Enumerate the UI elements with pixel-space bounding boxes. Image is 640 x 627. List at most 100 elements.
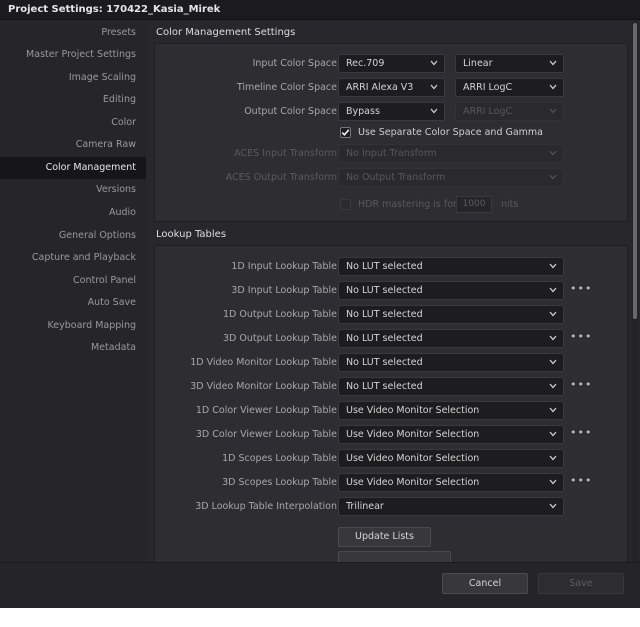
sidebar-item-versions[interactable]: Versions xyxy=(0,179,146,201)
lut-1d-scopes-dropdown[interactable]: Use Video Monitor Selection xyxy=(338,449,564,468)
timeline-color-space-dropdown[interactable]: ARRI Alexa V3 xyxy=(338,78,445,97)
aces-input-transform-value: No Input Transform xyxy=(346,148,437,159)
checkmark-icon xyxy=(341,129,350,136)
chevron-down-icon xyxy=(549,263,557,269)
more-options-icon[interactable]: ••• xyxy=(570,283,591,296)
timeline-gamma-value: ARRI LogC xyxy=(463,82,513,93)
chevron-down-icon xyxy=(549,60,557,66)
chevron-down-icon xyxy=(549,335,557,341)
lut-1d-output-dropdown[interactable]: No LUT selected xyxy=(338,305,564,324)
project-settings-window: Project Settings: 170422_Kasia_Mirek Pre… xyxy=(0,0,640,608)
output-gamma-value: ARRI LogC xyxy=(463,106,513,117)
lut-1d-color-viewer-dropdown[interactable]: Use Video Monitor Selection xyxy=(338,401,564,420)
aces-output-transform-label: ACES Output Transform xyxy=(225,172,337,183)
lut-value: Use Video Monitor Selection xyxy=(346,405,480,416)
input-gamma-dropdown[interactable]: Linear xyxy=(455,54,564,73)
lut-value: No LUT selected xyxy=(346,381,423,392)
sidebar-item-general-options[interactable]: General Options xyxy=(0,225,146,247)
content-scrollbar[interactable] xyxy=(632,21,638,562)
sidebar-item-master-project-settings[interactable]: Master Project Settings xyxy=(0,44,146,66)
save-button: Save xyxy=(538,573,624,594)
input-gamma-value: Linear xyxy=(463,58,493,69)
more-options-icon[interactable]: ••• xyxy=(570,331,591,344)
lut-value: No LUT selected xyxy=(346,357,423,368)
lut-action-button[interactable] xyxy=(338,551,451,562)
lut-3d-video-monitor-dropdown[interactable]: No LUT selected xyxy=(338,377,564,396)
hdr-mastering-label: HDR mastering is for xyxy=(358,199,457,210)
lut-row-label: 1D Color Viewer Lookup Table xyxy=(195,405,337,416)
sidebar-item-color[interactable]: Color xyxy=(0,112,146,134)
lut-row-label: 1D Output Lookup Table xyxy=(223,309,337,320)
sidebar-item-image-scaling[interactable]: Image Scaling xyxy=(0,67,146,89)
chevron-down-icon xyxy=(430,108,438,114)
hdr-mastering-checkbox xyxy=(340,199,351,210)
chevron-down-icon xyxy=(549,174,557,180)
lut-value: Use Video Monitor Selection xyxy=(346,429,480,440)
lut-value: No LUT selected xyxy=(346,309,423,320)
lookup-tables-panel: 1D Input Lookup Table No LUT selected 3D… xyxy=(154,245,628,562)
sidebar-item-keyboard-mapping[interactable]: Keyboard Mapping xyxy=(0,315,146,337)
lut-row-label: 1D Scopes Lookup Table xyxy=(222,453,337,464)
chevron-down-icon xyxy=(549,455,557,461)
separate-gamma-checkbox[interactable] xyxy=(340,127,351,138)
sidebar-item-presets[interactable]: Presets xyxy=(0,22,146,44)
lut-row-label: 3D Scopes Lookup Table xyxy=(222,477,337,488)
chevron-down-icon xyxy=(549,108,557,114)
aces-input-transform-label: ACES Input Transform xyxy=(234,148,337,159)
chevron-down-icon xyxy=(430,84,438,90)
lut-value: No LUT selected xyxy=(346,333,423,344)
color-management-panel: Input Color Space Rec.709 Linear Timelin… xyxy=(154,43,628,222)
lut-row-label: 3D Output Lookup Table xyxy=(223,333,337,344)
lut-3d-color-viewer-dropdown[interactable]: Use Video Monitor Selection xyxy=(338,425,564,444)
output-color-space-value: Bypass xyxy=(346,106,380,117)
input-color-space-label: Input Color Space xyxy=(252,58,337,69)
lut-row-label: 3D Video Monitor Lookup Table xyxy=(190,381,337,392)
lut-value: No LUT selected xyxy=(346,261,423,272)
sidebar-item-metadata[interactable]: Metadata xyxy=(0,337,146,359)
aces-output-transform-value: No Output Transform xyxy=(346,172,446,183)
lut-row-label: 1D Video Monitor Lookup Table xyxy=(190,357,337,368)
output-gamma-dropdown: ARRI LogC xyxy=(455,102,564,121)
timeline-color-space-label: Timeline Color Space xyxy=(236,82,337,93)
color-management-section-title: Color Management Settings xyxy=(156,27,296,38)
lut-value: Trilinear xyxy=(346,501,384,512)
more-options-icon[interactable]: ••• xyxy=(570,475,591,488)
sidebar-item-color-management[interactable]: Color Management xyxy=(0,157,146,179)
lut-1d-input-dropdown[interactable]: No LUT selected xyxy=(338,257,564,276)
lut-row-label: 1D Input Lookup Table xyxy=(231,261,337,272)
lut-3d-input-dropdown[interactable]: No LUT selected xyxy=(338,281,564,300)
chevron-down-icon xyxy=(549,479,557,485)
lut-row-label: 3D Input Lookup Table xyxy=(231,285,337,296)
output-color-space-dropdown[interactable]: Bypass xyxy=(338,102,445,121)
lut-3d-scopes-dropdown[interactable]: Use Video Monitor Selection xyxy=(338,473,564,492)
timeline-gamma-dropdown[interactable]: ARRI LogC xyxy=(455,78,564,97)
sidebar-item-audio[interactable]: Audio xyxy=(0,202,146,224)
sidebar-item-auto-save[interactable]: Auto Save xyxy=(0,292,146,314)
lut-value: No LUT selected xyxy=(346,285,423,296)
input-color-space-dropdown[interactable]: Rec.709 xyxy=(338,54,445,73)
chevron-down-icon xyxy=(430,60,438,66)
more-options-icon[interactable]: ••• xyxy=(570,427,591,440)
update-lists-button[interactable]: Update Lists xyxy=(338,527,431,547)
sidebar-item-editing[interactable]: Editing xyxy=(0,89,146,111)
settings-content: Color Management Settings Input Color Sp… xyxy=(146,21,640,562)
lut-row-label: 3D Color Viewer Lookup Table xyxy=(195,429,337,440)
lut-1d-video-monitor-dropdown[interactable]: No LUT selected xyxy=(338,353,564,372)
input-color-space-value: Rec.709 xyxy=(346,58,385,69)
sidebar-item-control-panel[interactable]: Control Panel xyxy=(0,270,146,292)
hdr-nits-input: 1000 xyxy=(456,196,492,213)
chevron-down-icon xyxy=(549,383,557,389)
lut-3d-output-dropdown[interactable]: No LUT selected xyxy=(338,329,564,348)
more-options-icon[interactable]: ••• xyxy=(570,379,591,392)
lut-value: Use Video Monitor Selection xyxy=(346,453,480,464)
output-color-space-label: Output Color Space xyxy=(244,106,337,117)
chevron-down-icon xyxy=(549,150,557,156)
scrollbar-thumb[interactable] xyxy=(633,23,637,319)
sidebar-item-capture-and-playback[interactable]: Capture and Playback xyxy=(0,247,146,269)
sidebar-item-camera-raw[interactable]: Camera Raw xyxy=(0,134,146,156)
hdr-nits-unit: nits xyxy=(501,199,519,210)
chevron-down-icon xyxy=(549,311,557,317)
cancel-button[interactable]: Cancel xyxy=(442,573,528,594)
lut-interpolation-dropdown[interactable]: Trilinear xyxy=(338,497,564,516)
chevron-down-icon xyxy=(549,407,557,413)
